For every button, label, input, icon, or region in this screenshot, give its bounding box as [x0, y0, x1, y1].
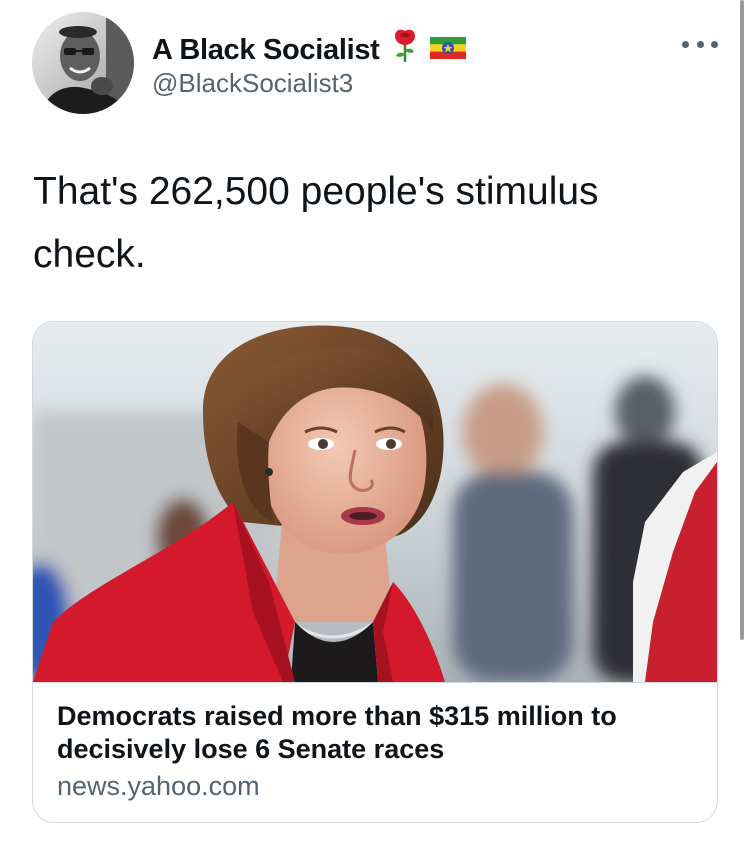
dot — [696, 40, 704, 48]
display-name[interactable]: A Black Socialist — [152, 34, 380, 67]
link-card[interactable]: Democrats raised more than $315 million … — [32, 321, 718, 823]
tweet-text: That's 262,500 people's stimulus check. — [33, 170, 599, 276]
link-card-image[interactable] — [33, 322, 717, 682]
scrollbar[interactable] — [740, 0, 744, 640]
rose-icon — [392, 28, 418, 72]
more-options-icon[interactable] — [682, 36, 718, 52]
author-name-row[interactable]: A Black Socialist — [152, 28, 466, 72]
user-handle[interactable]: @BlackSocialist3 — [152, 68, 353, 99]
link-card-domain[interactable]: news.yahoo.com — [57, 771, 260, 802]
link-card-title[interactable]: Democrats raised more than $315 million … — [57, 700, 697, 766]
dot — [682, 40, 689, 48]
card-divider — [33, 682, 717, 683]
dot — [711, 40, 718, 48]
ethiopia-flag-icon — [429, 34, 466, 67]
avatar[interactable] — [32, 12, 134, 114]
